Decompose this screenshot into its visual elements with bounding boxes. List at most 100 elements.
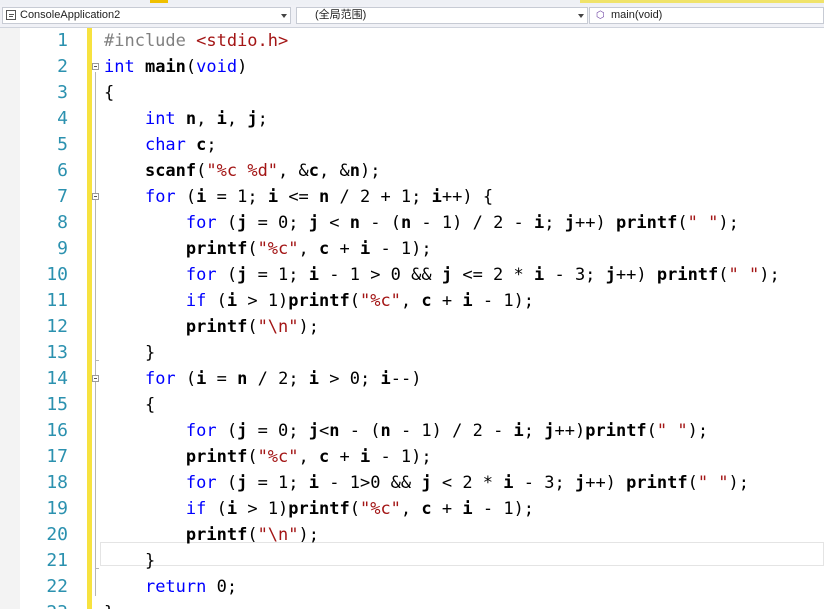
code-token: i xyxy=(216,109,227,129)
code-token: = 0; xyxy=(247,213,309,233)
code-token: c xyxy=(196,135,207,155)
code-token: char xyxy=(144,135,186,155)
code-line[interactable]: for (i = n / 2; i > 0; i--) xyxy=(104,366,421,392)
code-token: - 1) / 2 - xyxy=(390,421,514,441)
code-token: / 2 + 1; xyxy=(329,187,432,207)
line-number: 1 xyxy=(57,30,68,51)
code-line[interactable]: char c; xyxy=(104,132,217,158)
code-token: - 1); xyxy=(472,291,535,311)
code-token: ; xyxy=(257,109,268,129)
code-line[interactable]: if (i > 1)printf("%c", c + i - 1); xyxy=(104,496,534,522)
code-line[interactable]: return 0; xyxy=(104,574,237,600)
code-token: < xyxy=(319,421,330,441)
code-token: + xyxy=(329,447,360,467)
change-tracking-bar xyxy=(87,28,92,609)
code-token: ( xyxy=(718,265,729,285)
fold-toggle-for-1[interactable] xyxy=(92,193,99,200)
code-token: " " xyxy=(656,421,688,441)
code-line[interactable]: printf("%c", c + i - 1); xyxy=(104,236,432,262)
code-token: i xyxy=(359,447,371,467)
code-token: j xyxy=(605,265,616,285)
scope-dropdown[interactable]: (全局范围) xyxy=(296,7,588,24)
code-line[interactable]: if (i > 1)printf("%c", c + i - 1); xyxy=(104,288,534,314)
code-token: ( xyxy=(206,291,227,311)
line-number: 14 xyxy=(46,368,68,389)
code-token: ( xyxy=(175,369,197,389)
code-line[interactable]: #include <stdio.h> xyxy=(104,28,288,54)
code-token: <= 2 * xyxy=(452,265,534,285)
code-line[interactable]: printf("\n"); xyxy=(104,314,319,340)
code-token: , xyxy=(196,109,217,129)
code-token: " " xyxy=(728,265,760,285)
code-token: c xyxy=(319,239,330,259)
fold-end xyxy=(95,360,99,361)
code-token: " " xyxy=(697,473,729,493)
code-token: i xyxy=(462,499,473,519)
code-token: - 1); xyxy=(370,447,432,467)
fold-end xyxy=(95,568,99,569)
code-line[interactable]: { xyxy=(104,392,155,418)
code-token: i xyxy=(513,421,524,441)
code-line[interactable]: for (j = 0; j < n - (n - 1) / 2 - i; j++… xyxy=(104,210,739,236)
code-token: , xyxy=(400,499,422,519)
fold-toggle-for-2[interactable] xyxy=(92,375,99,382)
code-token: printf xyxy=(185,317,248,337)
code-token: i xyxy=(226,499,238,519)
line-number: 2 xyxy=(57,56,68,77)
fold-toggle-main[interactable] xyxy=(92,63,99,70)
code-line[interactable]: int n, i, j; xyxy=(104,106,268,132)
code-token: ( xyxy=(206,499,227,519)
code-token: ); xyxy=(687,421,709,441)
member-dropdown[interactable]: ⬡ main(void) xyxy=(589,7,824,24)
code-token: - 1) / 2 - xyxy=(411,213,535,233)
scope-dropdown-label: (全局范围) xyxy=(315,9,367,21)
code-line[interactable]: scanf("%c %d", &c, &n); xyxy=(104,158,381,184)
code-line[interactable]: int main(void) xyxy=(104,54,247,80)
code-token: , xyxy=(298,239,319,259)
code-line[interactable]: } xyxy=(104,548,155,574)
navigation-bar: ConsoleApplication2 (全局范围) ⬡ main(void) xyxy=(0,5,824,28)
line-number: 20 xyxy=(46,524,68,545)
project-dropdown[interactable]: ConsoleApplication2 xyxy=(2,7,291,24)
code-token: - ( xyxy=(339,421,381,441)
code-line[interactable]: for (j = 0; j<n - (n - 1) / 2 - i; j++)p… xyxy=(104,418,708,444)
code-line[interactable]: } xyxy=(104,600,114,609)
code-token: = 0; xyxy=(247,421,309,441)
line-number: 22 xyxy=(46,576,68,597)
code-line[interactable]: { xyxy=(104,80,114,106)
code-token: j xyxy=(308,213,320,233)
code-line[interactable]: for (j = 1; i - 1 > 0 && j <= 2 * i - 3;… xyxy=(104,262,780,288)
code-line[interactable]: printf("\n"); xyxy=(104,522,319,548)
line-number: 7 xyxy=(57,186,68,207)
code-editor[interactable]: 1234567891011121314151617181920212223 #i… xyxy=(0,28,824,609)
line-number: 16 xyxy=(46,420,68,441)
code-token: <stdio.h> xyxy=(196,31,289,51)
code-token: ( xyxy=(247,317,258,337)
code-token: 0; xyxy=(206,577,238,597)
code-token: ( xyxy=(216,421,238,441)
code-line[interactable]: } xyxy=(104,340,155,366)
code-line[interactable]: printf("%c", c + i - 1); xyxy=(104,444,432,470)
code-token: ++) { xyxy=(441,187,494,207)
code-token: void xyxy=(196,57,238,77)
code-line[interactable]: for (i = 1; i <= n / 2 + 1; i++) { xyxy=(104,184,493,210)
code-token: for xyxy=(185,421,217,441)
code-token: printf xyxy=(288,291,350,311)
code-token: n xyxy=(400,213,412,233)
code-token: for xyxy=(185,213,217,233)
project-dropdown-label: ConsoleApplication2 xyxy=(20,9,121,21)
code-token: < 2 * xyxy=(431,473,504,493)
code-token: } xyxy=(104,551,156,571)
code-line[interactable]: for (j = 1; i - 1>0 && j < 2 * i - 3; j+… xyxy=(104,470,749,496)
code-token: ( xyxy=(216,473,238,493)
code-token: ); xyxy=(718,213,739,233)
code-token: ( xyxy=(349,499,360,519)
